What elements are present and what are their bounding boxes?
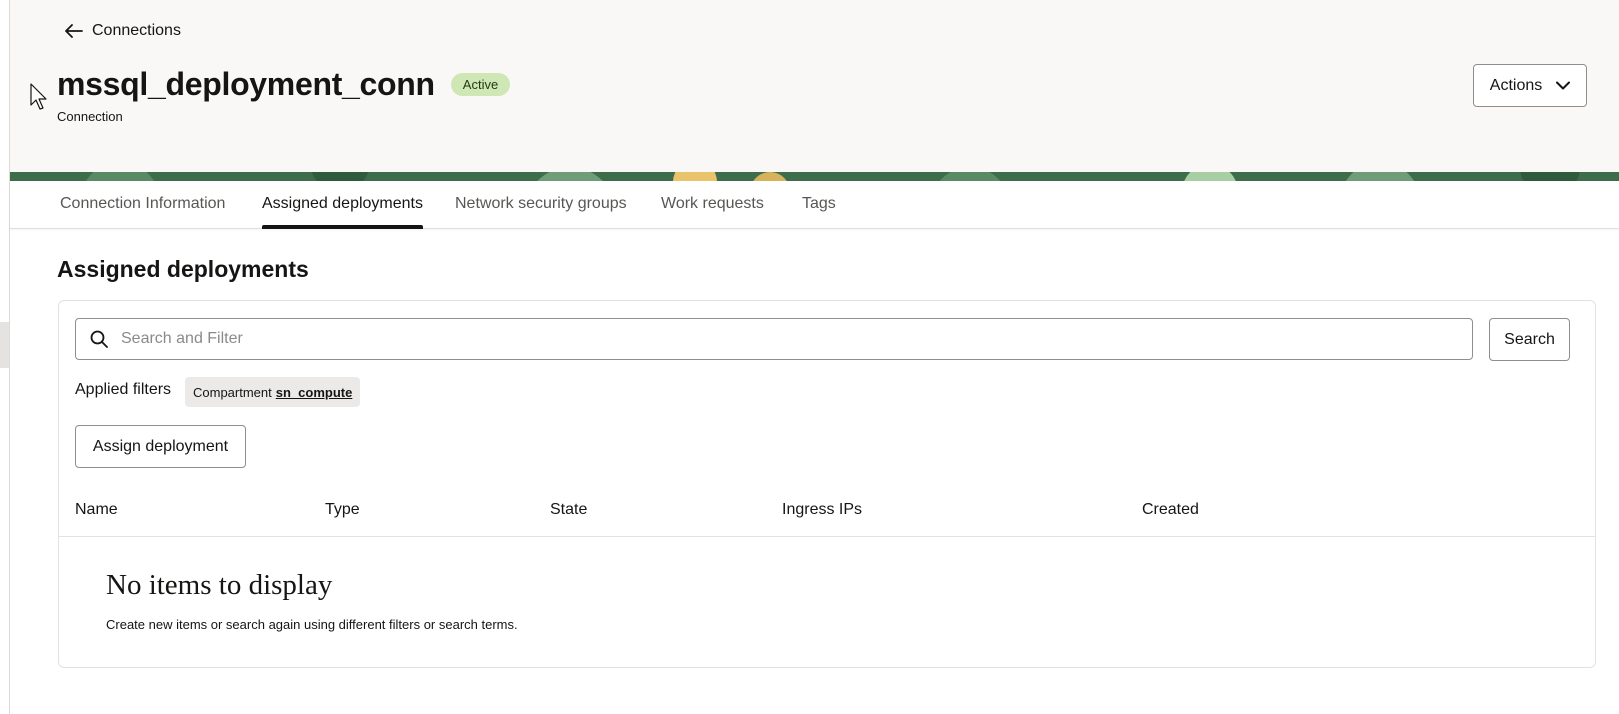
section-title: Assigned deployments (57, 256, 309, 282)
tab-connection-information[interactable]: Connection Information (60, 181, 225, 229)
actions-button[interactable]: Actions (1473, 64, 1587, 107)
chevron-down-icon (1556, 77, 1571, 95)
tab-tags[interactable]: Tags (802, 181, 836, 229)
arrow-left-icon (65, 24, 83, 38)
column-header-created[interactable]: Created (1142, 501, 1199, 519)
page-title: mssql_deployment_conn (57, 66, 435, 102)
search-icon (76, 330, 121, 348)
mouse-pointer-icon (30, 83, 50, 116)
tab-bar: Connection Information Assigned deployme… (10, 181, 1619, 229)
rail-collapse-tab[interactable] (0, 322, 9, 368)
tab-network-security-groups[interactable]: Network security groups (455, 181, 627, 229)
table-header: Name Type State Ingress IPs Created (59, 487, 1595, 537)
search-input[interactable] (121, 319, 1472, 359)
column-header-ingress-ips[interactable]: Ingress IPs (782, 501, 862, 519)
applied-filters-label: Applied filters (75, 381, 172, 398)
tab-assigned-deployments[interactable]: Assigned deployments (262, 181, 423, 229)
back-link[interactable]: Connections (65, 20, 181, 42)
decorative-banner (10, 172, 1619, 181)
resource-type-label: Connection (57, 109, 123, 124)
title-row: mssql_deployment_conn Active (57, 66, 511, 103)
page-header: Connections mssql_deployment_conn Active… (10, 0, 1619, 172)
status-badge: Active (450, 73, 511, 96)
search-button[interactable]: Search (1489, 318, 1570, 361)
filter-chip-value[interactable]: sn_compute (276, 385, 353, 400)
empty-state-description: Create new items or search again using d… (106, 617, 518, 632)
column-header-name[interactable]: Name (75, 501, 118, 519)
filter-chip: Compartment sn_compute (185, 377, 361, 407)
column-header-state[interactable]: State (550, 501, 587, 519)
column-header-type[interactable]: Type (325, 501, 360, 519)
tab-work-requests[interactable]: Work requests (661, 181, 764, 229)
empty-state-title: No items to display (106, 569, 333, 601)
deployments-panel: Search Applied filters Compartment sn_co… (58, 300, 1596, 668)
left-rail (0, 0, 10, 714)
assign-deployment-button[interactable]: Assign deployment (75, 425, 246, 468)
filter-chip-key: Compartment (193, 384, 272, 400)
page: Connections mssql_deployment_conn Active… (10, 0, 1619, 714)
back-link-label[interactable]: Connections (92, 22, 181, 40)
search-box[interactable] (75, 318, 1473, 360)
actions-label: Actions (1489, 76, 1543, 94)
